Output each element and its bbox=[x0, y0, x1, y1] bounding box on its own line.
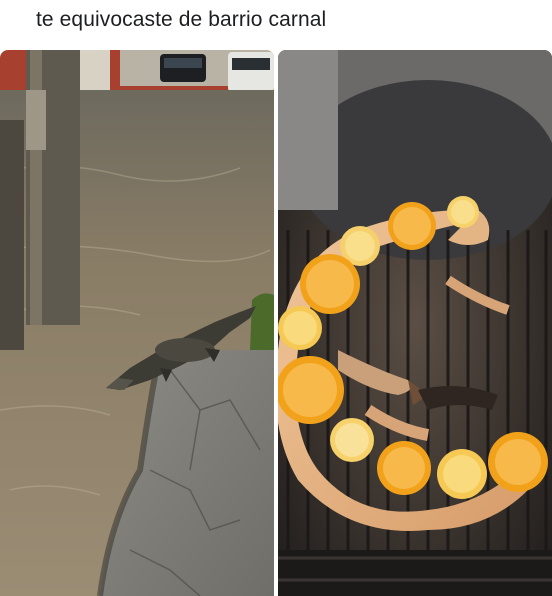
grilled-crocodile-with-oranges-photo[interactable] bbox=[278, 50, 552, 596]
orange-slice bbox=[488, 432, 548, 492]
orange-slice bbox=[447, 196, 479, 228]
utility-pole bbox=[26, 50, 80, 325]
orange-slice bbox=[278, 356, 344, 424]
orange-slice bbox=[330, 418, 374, 462]
parked-car bbox=[160, 54, 206, 82]
orange-slice bbox=[278, 306, 322, 350]
orange-slice bbox=[300, 254, 360, 314]
post-caption: te equivocaste de barrio carnal bbox=[36, 8, 327, 31]
parked-car bbox=[228, 52, 274, 92]
orange-slice bbox=[388, 202, 436, 250]
flooded-street-crocodile-photo[interactable] bbox=[0, 50, 274, 596]
utility-pole bbox=[0, 120, 24, 350]
orange-slice bbox=[437, 449, 487, 499]
orange-slice bbox=[377, 441, 431, 495]
